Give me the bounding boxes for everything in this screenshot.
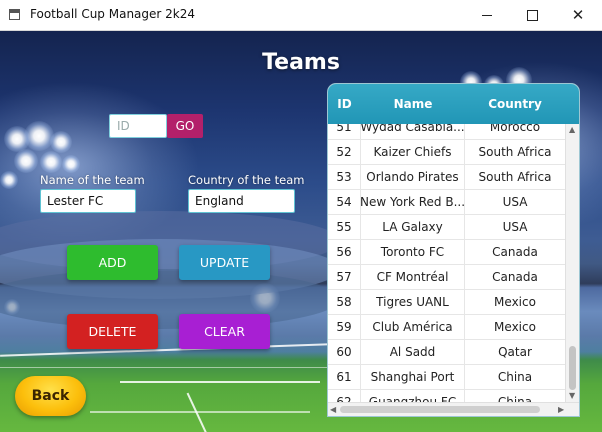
maximize-icon (526, 9, 538, 21)
cell-country: China (497, 395, 533, 402)
cell-name: Club América (361, 315, 465, 339)
scroll-left-arrow-icon[interactable]: ◀ (330, 406, 336, 414)
table-row[interactable]: 55 LA Galaxy USA (328, 215, 565, 240)
cell-name: Wydad Casabla... (361, 124, 465, 139)
cell-id: 52 (328, 140, 361, 164)
vertical-scrollbar[interactable]: ▲ ▼ (565, 124, 579, 402)
close-icon: ✕ (571, 5, 585, 24)
cell-id: 59 (328, 315, 361, 339)
table-row[interactable]: 52 Kaizer Chiefs South Africa (328, 140, 565, 165)
cell-country: China (497, 370, 533, 384)
cell-country: USA (502, 195, 528, 209)
table-row[interactable]: 54 New York Red B... USA (328, 190, 565, 215)
team-name-input[interactable]: Lester FC (40, 189, 136, 213)
cell-id: 53 (328, 165, 361, 189)
team-country-label: Country of the team (188, 173, 305, 187)
scroll-up-arrow-icon[interactable]: ▲ (569, 126, 575, 134)
table-body: 51 Wydad Casabla... Morocco 52 Kaizer Chiefs… (328, 124, 565, 402)
cell-name: Kaizer Chiefs (361, 140, 465, 164)
table-row[interactable]: 59 Club América Mexico (328, 315, 565, 340)
go-button[interactable]: GO (167, 114, 203, 138)
back-button[interactable]: Back (15, 376, 86, 416)
horizontal-scrollbar[interactable]: ◀ ▶ (328, 402, 579, 416)
cell-name: Al Sadd (361, 340, 465, 364)
cell-name: New York Red B... (361, 190, 465, 214)
vertical-scroll-thumb[interactable] (569, 346, 576, 390)
team-name-label: Name of the team (40, 173, 145, 187)
column-header-id[interactable]: ID (328, 84, 361, 124)
cell-country: USA (502, 220, 528, 234)
team-country-input[interactable]: England (188, 189, 295, 213)
window-titlebar: Football Cup Manager 2k24 ✕ (0, 0, 602, 31)
scroll-down-arrow-icon[interactable]: ▼ (569, 392, 575, 400)
delete-button[interactable]: DELETE (67, 314, 158, 349)
cell-id: 61 (328, 365, 361, 389)
add-button[interactable]: ADD (67, 245, 158, 280)
cell-country: Morocco (489, 124, 541, 134)
cell-id: 57 (328, 265, 361, 289)
id-search-input[interactable]: ID (109, 114, 167, 138)
cell-id: 60 (328, 340, 361, 364)
table-row[interactable]: 53 Orlando Pirates South Africa (328, 165, 565, 190)
table-row[interactable]: 56 Toronto FC Canada (328, 240, 565, 265)
cell-country: Mexico (494, 320, 536, 334)
update-button[interactable]: UPDATE (179, 245, 270, 280)
cell-id: 56 (328, 240, 361, 264)
cell-name: Guangzhou FC (361, 390, 465, 402)
clear-button[interactable]: CLEAR (179, 314, 270, 349)
maximize-button[interactable] (509, 0, 555, 30)
table-row[interactable]: 51 Wydad Casabla... Morocco (328, 124, 565, 140)
minimize-icon (482, 14, 492, 16)
table-header: ID Name Country (328, 84, 579, 124)
close-button[interactable]: ✕ (555, 0, 601, 30)
table-row[interactable]: 57 CF Montréal Canada (328, 265, 565, 290)
minimize-button[interactable] (464, 0, 510, 30)
cell-name: LA Galaxy (361, 215, 465, 239)
table-row[interactable]: 58 Tigres UANL Mexico (328, 290, 565, 315)
cell-country: Mexico (494, 295, 536, 309)
table-row[interactable]: 61 Shanghai Port China (328, 365, 565, 390)
horizontal-scroll-thumb[interactable] (340, 406, 540, 413)
cell-country: South Africa (478, 145, 552, 159)
cell-name: Tigres UANL (361, 290, 465, 314)
column-header-country[interactable]: Country (465, 84, 565, 124)
cell-name: Orlando Pirates (361, 165, 465, 189)
cell-id: 55 (328, 215, 361, 239)
table-row[interactable]: 62 Guangzhou FC China (328, 390, 565, 402)
app-window-icon (9, 9, 20, 20)
cell-id: 54 (328, 190, 361, 214)
window-title: Football Cup Manager 2k24 (30, 7, 195, 21)
cell-country: Canada (492, 270, 538, 284)
cell-name: CF Montréal (361, 265, 465, 289)
cell-country: Canada (492, 245, 538, 259)
cell-name: Shanghai Port (361, 365, 465, 389)
column-header-name[interactable]: Name (361, 84, 465, 124)
teams-table[interactable]: ID Name Country 51 Wydad Casabla... Morocc… (328, 84, 579, 416)
table-row[interactable]: 60 Al Sadd Qatar (328, 340, 565, 365)
page-title: Teams (262, 50, 340, 75)
cell-id: 58 (328, 290, 361, 314)
cell-id: 62 (328, 390, 361, 402)
cell-country: Qatar (498, 345, 532, 359)
cell-id: 51 (328, 124, 361, 139)
cell-name: Toronto FC (361, 240, 465, 264)
scroll-right-arrow-icon[interactable]: ▶ (558, 406, 564, 414)
cell-country: South Africa (478, 170, 552, 184)
